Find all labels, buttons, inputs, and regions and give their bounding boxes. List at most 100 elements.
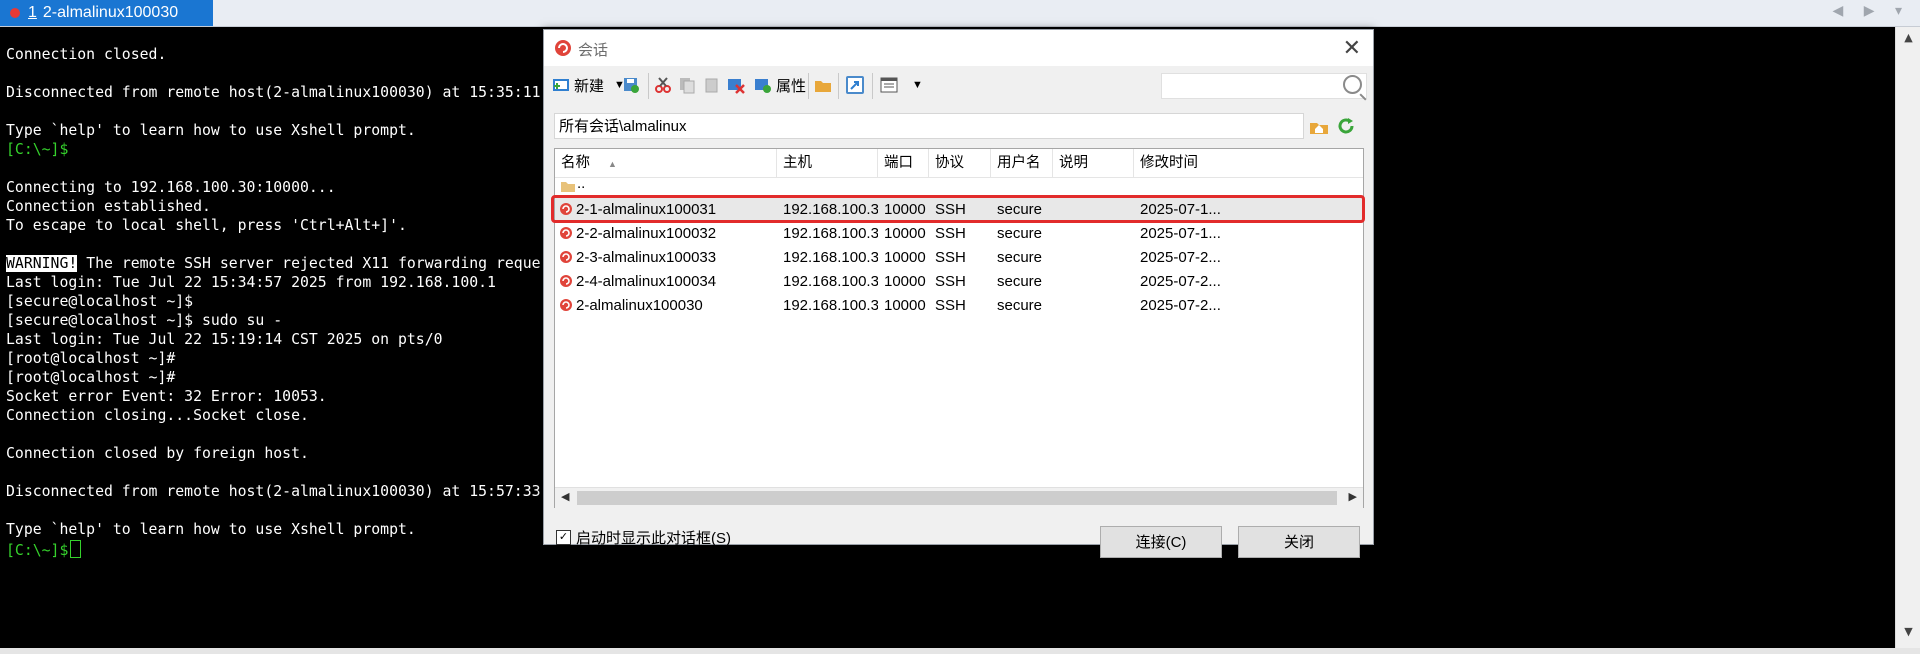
- xshell-logo-icon: [555, 40, 571, 56]
- session-protocol: SSH: [935, 249, 966, 266]
- column-header-description[interactable]: 说明: [1053, 149, 1134, 177]
- column-header-port[interactable]: 端口: [878, 149, 929, 177]
- shortcut-button[interactable]: [846, 73, 864, 97]
- terminal-line: [C:\~]$: [6, 141, 69, 158]
- session-name: 2-4-almalinux100034: [555, 270, 777, 294]
- properties-button[interactable]: 属性: [754, 73, 806, 97]
- session-port: 10000: [884, 225, 926, 242]
- column-header-user[interactable]: 用户名: [991, 149, 1053, 177]
- column-header-protocol[interactable]: 协议: [929, 149, 991, 177]
- session-protocol: SSH: [935, 297, 966, 314]
- session-port: 10000: [884, 273, 926, 290]
- checkbox-checked-icon[interactable]: ✓: [556, 530, 571, 545]
- session-desc: [1053, 270, 1134, 294]
- scrollbar-thumb[interactable]: [577, 491, 1337, 505]
- copy-button[interactable]: [678, 73, 696, 97]
- scroll-up-icon[interactable]: ▲: [1896, 31, 1920, 51]
- terminal-line: Type `help' to learn how to use Xshell p…: [6, 521, 416, 538]
- session-tab[interactable]: 1 2-almalinux100030: [0, 0, 213, 26]
- dialog-title: 会话: [578, 42, 609, 59]
- horizontal-scrollbar[interactable]: ◀ ▶: [555, 487, 1363, 508]
- session-row[interactable]: 2-almalinux100030 192.168.100.30 10000 SSH s…: [555, 294, 1363, 318]
- home-folder-icon[interactable]: [1309, 117, 1329, 135]
- tab-scroll-arrows[interactable]: ◀ ▶ ▾: [1833, 3, 1910, 19]
- folder-up-icon: [561, 182, 575, 192]
- terminal-line: Connection closed by foreign host.: [6, 445, 309, 462]
- session-host: 192.168.100.33: [783, 249, 878, 266]
- session-host: 192.168.100.30: [783, 297, 878, 314]
- terminal-line: [secure@localhost ~]$ sudo su -: [6, 312, 283, 329]
- close-button[interactable]: 关闭: [1238, 526, 1360, 558]
- terminal-line: WARNING! The remote SSH server rejected …: [6, 255, 541, 272]
- column-header-modified[interactable]: 修改时间: [1134, 149, 1363, 177]
- view-dropdown-icon[interactable]: ▼: [912, 79, 923, 91]
- new-session-icon: [553, 79, 569, 91]
- terminal-line: Socket error Event: 32 Error: 10053.: [6, 388, 327, 405]
- parent-folder-row[interactable]: ..: [555, 175, 1363, 197]
- session-protocol: SSH: [935, 225, 966, 242]
- column-header-name[interactable]: 名称 ▲: [555, 149, 777, 177]
- scroll-down-icon[interactable]: ▼: [1896, 625, 1920, 645]
- paste-icon: [705, 78, 718, 93]
- properties-icon: [755, 79, 771, 93]
- session-name: 2-2-almalinux100032: [555, 222, 777, 246]
- show-on-startup-checkbox[interactable]: ✓ 启动时显示此对话框(S): [556, 527, 731, 548]
- session-user: secure: [997, 297, 1043, 314]
- toolbar-separator: [872, 73, 873, 99]
- session-modified: 2025-07-2...: [1140, 297, 1221, 314]
- toolbar-separator: [648, 73, 649, 99]
- terminal-line: Disconnected from remote host(2-almalinu…: [6, 84, 541, 101]
- session-name: 2-almalinux100030: [555, 294, 777, 318]
- ssh-session-icon: [560, 251, 572, 263]
- paste-button[interactable]: [702, 73, 720, 97]
- save-session-button[interactable]: [622, 73, 640, 97]
- dialog-toolbar: 新建 ▼ 属性 ▼: [544, 67, 1373, 103]
- delete-icon: [728, 79, 745, 94]
- path-field[interactable]: 所有会话\almalinux: [554, 113, 1304, 139]
- view-button[interactable]: ▼: [880, 73, 923, 97]
- warning-tag: WARNING!: [6, 255, 78, 272]
- connect-button[interactable]: 连接(C): [1100, 526, 1222, 558]
- new-session-button[interactable]: 新建 ▼: [552, 73, 625, 97]
- session-modified: 2025-07-1...: [1140, 225, 1221, 242]
- new-folder-button[interactable]: [814, 73, 832, 97]
- status-bar: [0, 648, 1920, 654]
- session-row[interactable]: 2-4-almalinux100034 192.168.100.34 10000 SS…: [555, 270, 1363, 294]
- terminal-line: [root@localhost ~]#: [6, 369, 176, 386]
- toolbar-separator: [808, 73, 809, 99]
- scroll-left-icon[interactable]: ◀: [561, 490, 569, 503]
- tab-title: 2-almalinux100030: [42, 4, 179, 21]
- cut-button[interactable]: [654, 73, 672, 97]
- column-name-label: 名称: [561, 155, 590, 171]
- close-icon[interactable]: ✕: [1343, 35, 1361, 61]
- terminal-line: Disconnected from remote host(2-almalinu…: [6, 483, 541, 500]
- scroll-right-icon[interactable]: ▶: [1349, 490, 1357, 503]
- column-header-host[interactable]: 主机: [777, 149, 878, 177]
- session-list: 名称 ▲ 主机 端口 协议 用户名 说明 修改时间 .. 2-1-almalin…: [551, 148, 1365, 508]
- session-host: 192.168.100.32: [783, 225, 878, 242]
- terminal-line: Last login: Tue Jul 22 15:19:14 CST 2025…: [6, 331, 443, 348]
- session-row[interactable]: 2-3-almalinux100033 192.168.100.33 10000 SS…: [555, 246, 1363, 270]
- terminal-line: [C:\~]$: [6, 540, 82, 559]
- refresh-icon[interactable]: [1336, 116, 1356, 136]
- toolbar-separator: [838, 73, 839, 99]
- session-host: 192.168.100.34: [783, 273, 878, 290]
- delete-button[interactable]: [727, 73, 745, 97]
- session-port: 10000: [884, 297, 926, 314]
- new-session-label: 新建: [574, 77, 605, 95]
- tab-bar: 1 2-almalinux100030 ◀ ▶ ▾: [0, 0, 1920, 27]
- session-search-input[interactable]: [1161, 73, 1367, 99]
- terminal-scrollbar[interactable]: ▲ ▼: [1895, 27, 1920, 649]
- cut-icon: [655, 77, 671, 93]
- copy-icon: [680, 78, 695, 94]
- session-row[interactable]: 2-1-almalinux100031 192.168.100.31 10000 SS…: [551, 195, 1365, 223]
- terminal-line: Connecting to 192.168.100.30:10000...: [6, 179, 336, 196]
- search-icon[interactable]: [1343, 75, 1362, 94]
- show-on-startup-label: 启动时显示此对话框(S): [576, 530, 731, 547]
- session-desc: [1053, 246, 1134, 270]
- session-modified: 2025-07-2...: [1140, 273, 1221, 290]
- tab-number: 1: [28, 4, 37, 21]
- session-desc: [1053, 222, 1134, 246]
- terminal-line: [root@localhost ~]#: [6, 350, 176, 367]
- session-row[interactable]: 2-2-almalinux100032 192.168.100.32 10000 SS…: [555, 222, 1363, 246]
